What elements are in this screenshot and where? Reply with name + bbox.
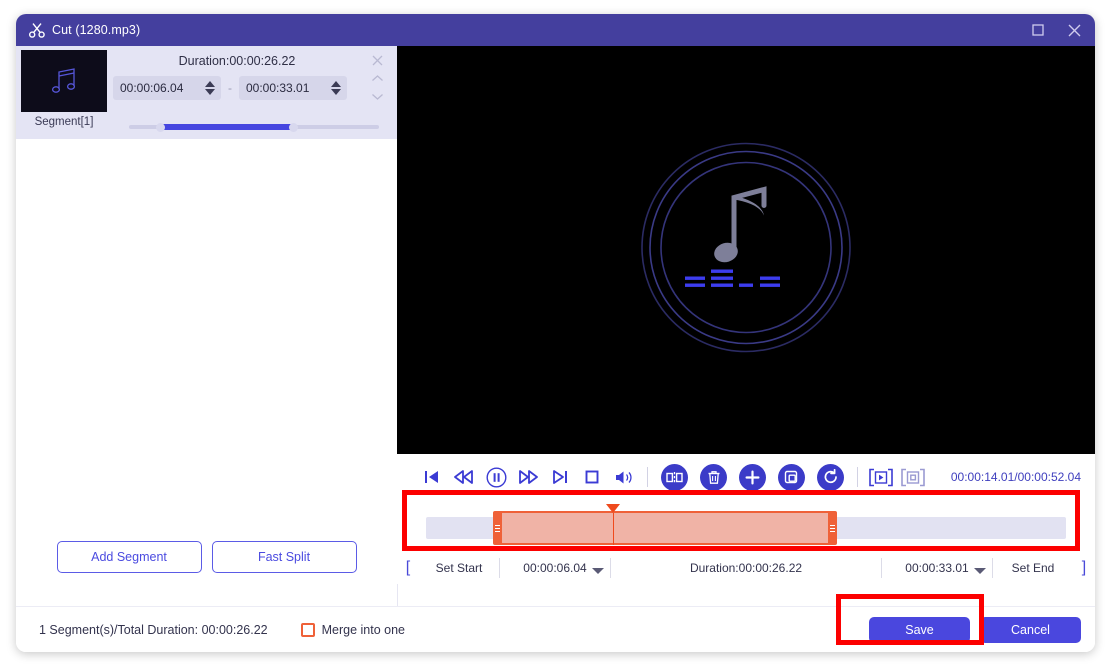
window-buttons (1023, 14, 1089, 46)
screen: Cut (1280.mp3) Segment[1] Duration:00:00… (0, 0, 1111, 667)
footer-buttons: Save Cancel (869, 617, 1081, 643)
copy-icon[interactable] (778, 463, 805, 491)
segment-label: Segment[1] (34, 116, 94, 128)
segment-list-panel: Segment[1] Duration:00:00:26.22 00:00:06… (16, 46, 398, 606)
start-bracket-icon: [ (405, 559, 411, 576)
segment-item[interactable]: Segment[1] Duration:00:00:26.22 00:00:06… (16, 46, 397, 139)
segment-duration-label: Duration:00:00:26.22 (178, 54, 296, 68)
range-end-value[interactable]: 00:00:33.01 (882, 561, 992, 575)
pause-icon[interactable] (481, 462, 511, 492)
footer-bar: 1 Segment(s)/Total Duration: 00:00:26.22… (16, 606, 1095, 652)
segment-range-slider[interactable] (129, 122, 379, 132)
chevron-down-icon-2[interactable] (974, 568, 986, 574)
edit-controls (656, 463, 849, 491)
add-icon[interactable] (739, 463, 766, 491)
segment-chevron-up-icon[interactable] (371, 70, 384, 87)
segment-end-stepper[interactable] (331, 81, 343, 95)
cut-window: Cut (1280.mp3) Segment[1] Duration:00:00… (16, 14, 1095, 652)
timecode-display: 00:00:14.01/00:00:52.04 (950, 470, 1081, 484)
volume-icon[interactable] (609, 462, 639, 492)
timeline[interactable] (397, 500, 1095, 552)
reset-icon[interactable] (817, 463, 844, 491)
fast-forward-icon[interactable] (513, 462, 543, 492)
segment-time-fields: 00:00:06.04 - 00:00:33.01 (113, 76, 347, 100)
control-divider (647, 467, 648, 487)
stepper-down-icon[interactable] (331, 89, 341, 95)
add-segment-button[interactable]: Add Segment (56, 541, 202, 573)
segment-end-input[interactable]: 00:00:33.01 (239, 76, 347, 100)
video-preview[interactable] (397, 46, 1095, 454)
title-bar: Cut (1280.mp3) (16, 14, 1095, 46)
segment-end-value: 00:00:33.01 (246, 81, 310, 95)
checkbox-box[interactable] (300, 623, 315, 637)
merge-into-one-checkbox[interactable]: Merge into one (300, 623, 405, 637)
maximize-icon[interactable] (1023, 15, 1053, 45)
segment-chevron-down-icon[interactable] (371, 88, 384, 105)
stop-icon[interactable] (577, 462, 607, 492)
segment-list-empty-area (16, 139, 396, 539)
set-end-button[interactable]: Set End (993, 561, 1073, 575)
set-range-row: [ Set Start 00:00:06.04 Duration:00:00:2… (397, 552, 1095, 584)
segment-thumbnail (21, 50, 107, 112)
transport-controls (417, 462, 639, 492)
range-knob-end[interactable] (289, 123, 298, 132)
segment-start-value: 00:00:06.04 (120, 81, 184, 95)
segment-play-controls (866, 464, 928, 490)
range-fill (159, 124, 294, 130)
timeline-handle-start[interactable] (493, 511, 502, 545)
rewind-icon[interactable] (449, 462, 479, 492)
delete-icon[interactable] (700, 463, 727, 491)
split-icon[interactable] (661, 463, 688, 491)
range-start-text: 00:00:06.04 (523, 561, 587, 575)
cancel-button[interactable]: Cancel (980, 617, 1081, 643)
range-start-value[interactable]: 00:00:06.04 (500, 561, 610, 575)
set-start-button[interactable]: Set Start (419, 561, 499, 575)
stepper-up-icon[interactable] (331, 81, 341, 87)
segment-start-stepper[interactable] (205, 81, 217, 95)
end-bracket-icon: ] (1081, 559, 1087, 576)
fast-split-button[interactable]: Fast Split (211, 541, 357, 573)
close-icon[interactable] (1059, 15, 1089, 45)
window-body: Segment[1] Duration:00:00:26.22 00:00:06… (16, 46, 1095, 652)
save-button[interactable]: Save (869, 617, 970, 643)
range-duration-label: Duration:00:00:26.22 (689, 561, 803, 575)
stepper-up-icon[interactable] (205, 81, 215, 87)
chevron-down-icon[interactable] (592, 568, 604, 574)
stop-segment-icon[interactable] (898, 464, 928, 490)
segment-close-icon[interactable] (371, 52, 384, 69)
next-frame-icon[interactable] (545, 462, 575, 492)
stepper-down-icon[interactable] (205, 89, 215, 95)
album-art (638, 140, 854, 361)
segment-actions: Add Segment Fast Split (16, 541, 397, 573)
time-separator: - (228, 81, 232, 95)
range-knob-start[interactable] (156, 123, 165, 132)
timeline-handle-end[interactable] (828, 511, 837, 545)
window-title: Cut (1280.mp3) (52, 23, 141, 37)
timeline-selection[interactable] (493, 511, 837, 545)
segment-status-text: 1 Segment(s)/Total Duration: 00:00:26.22 (39, 623, 268, 637)
segment-controls (365, 52, 389, 105)
playback-controls: 00:00:14.01/00:00:52.04 (397, 454, 1095, 500)
segment-start-input[interactable]: 00:00:06.04 (113, 76, 221, 100)
timeline-playhead-line (613, 513, 614, 545)
previous-frame-icon[interactable] (417, 462, 447, 492)
merge-label: Merge into one (321, 623, 405, 637)
scissors-icon (24, 22, 50, 38)
timeline-playhead[interactable] (606, 504, 620, 513)
play-segment-icon[interactable] (866, 464, 896, 490)
control-divider-2 (857, 467, 858, 487)
range-end-text: 00:00:33.01 (905, 561, 969, 575)
